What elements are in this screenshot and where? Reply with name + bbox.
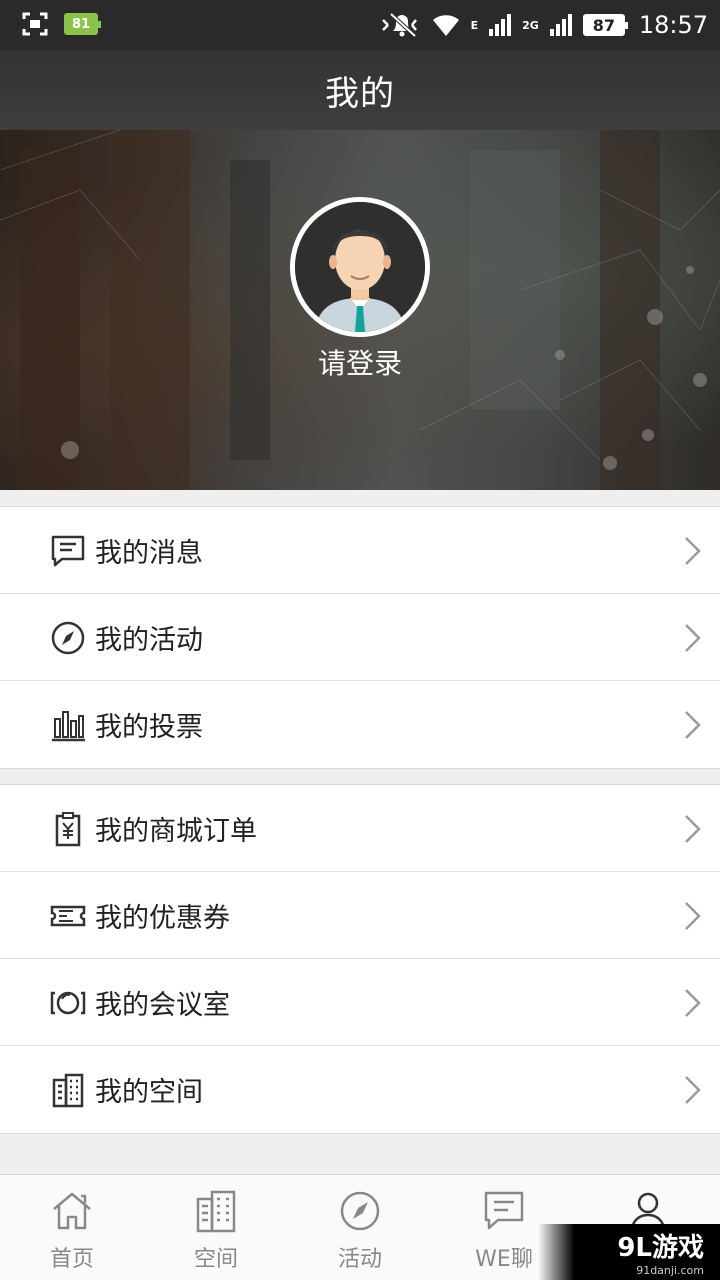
- screenshot-icon: [22, 12, 48, 36]
- menu-item-coupons[interactable]: 我的优惠券: [0, 872, 720, 959]
- watermark-url: 91danji.com: [636, 1264, 704, 1277]
- chevron-right-icon: [685, 537, 701, 565]
- menu-item-label: 我的投票: [95, 712, 203, 743]
- signal-icon: [488, 13, 512, 37]
- menu-item-meeting-room[interactable]: 我的会议室: [0, 959, 720, 1046]
- watermark: 9L游戏 91danji.com: [538, 1224, 720, 1280]
- clock: 18:57: [638, 11, 708, 39]
- home-icon: [53, 1192, 91, 1230]
- title-bar: 我的: [0, 50, 720, 130]
- avatar[interactable]: [290, 197, 430, 337]
- wifi-icon: [431, 12, 461, 38]
- network-type-e: E: [470, 18, 479, 32]
- compass-icon: [340, 1191, 380, 1231]
- message-icon: [51, 535, 85, 567]
- chevron-right-icon: [685, 711, 701, 739]
- page-title: 我的: [325, 73, 395, 114]
- chevron-right-icon: [685, 624, 701, 652]
- tab-activities[interactable]: 活动: [288, 1175, 432, 1280]
- signal-icon-2: [549, 13, 573, 37]
- building-icon: [52, 1073, 84, 1108]
- compass-icon: [51, 621, 85, 655]
- menu-item-label: 我的消息: [95, 537, 203, 569]
- menu-item-label: 我的活动: [95, 624, 203, 656]
- menu-group-activity: 我的消息 我的活动 我的投票: [0, 506, 720, 769]
- chevron-right-icon: [685, 1076, 701, 1104]
- bar-chart-icon: [52, 711, 85, 742]
- login-prompt[interactable]: 请登录: [0, 342, 720, 382]
- tab-label: 首页: [49, 1247, 94, 1272]
- status-bar: 81 E 2G 87 18:57: [0, 0, 720, 50]
- mute-bell-icon: [379, 11, 421, 39]
- order-clipboard-icon: [55, 812, 81, 847]
- chat-icon: [484, 1191, 524, 1230]
- chevron-right-icon: [685, 815, 701, 843]
- menu-item-label: 我的优惠券: [95, 902, 230, 934]
- menu-group-services: 我的商城订单 我的优惠券 我的会议室 我的空间: [0, 784, 720, 1134]
- menu-item-orders[interactable]: 我的商城订单: [0, 785, 720, 872]
- tab-home[interactable]: 首页: [0, 1175, 144, 1280]
- network-type-2g: 2G: [522, 18, 539, 32]
- profile-banner: 请登录: [0, 130, 720, 490]
- menu-item-activities[interactable]: 我的活动: [0, 594, 720, 681]
- meeting-room-icon: [50, 991, 86, 1015]
- ticket-icon: [50, 905, 86, 927]
- menu-item-votes[interactable]: 我的投票: [0, 681, 720, 768]
- menu-item-label: 我的会议室: [95, 989, 230, 1021]
- watermark-logo: 9L游戏: [617, 1233, 704, 1263]
- menu-item-spaces[interactable]: 我的空间: [0, 1046, 720, 1133]
- menu-item-label: 我的空间: [95, 1077, 203, 1108]
- chevron-right-icon: [685, 989, 701, 1017]
- building-icon: [196, 1190, 236, 1233]
- menu-item-label: 我的商城订单: [95, 815, 257, 847]
- battery-indicator: 87: [582, 14, 628, 36]
- tab-label: 空间: [193, 1247, 238, 1272]
- chevron-right-icon: [685, 902, 701, 930]
- tab-label: 活动: [337, 1247, 382, 1272]
- menu-item-messages[interactable]: 我的消息: [0, 507, 720, 594]
- battery-indicator-small: 81: [64, 13, 101, 35]
- tab-space[interactable]: 空间: [144, 1175, 288, 1280]
